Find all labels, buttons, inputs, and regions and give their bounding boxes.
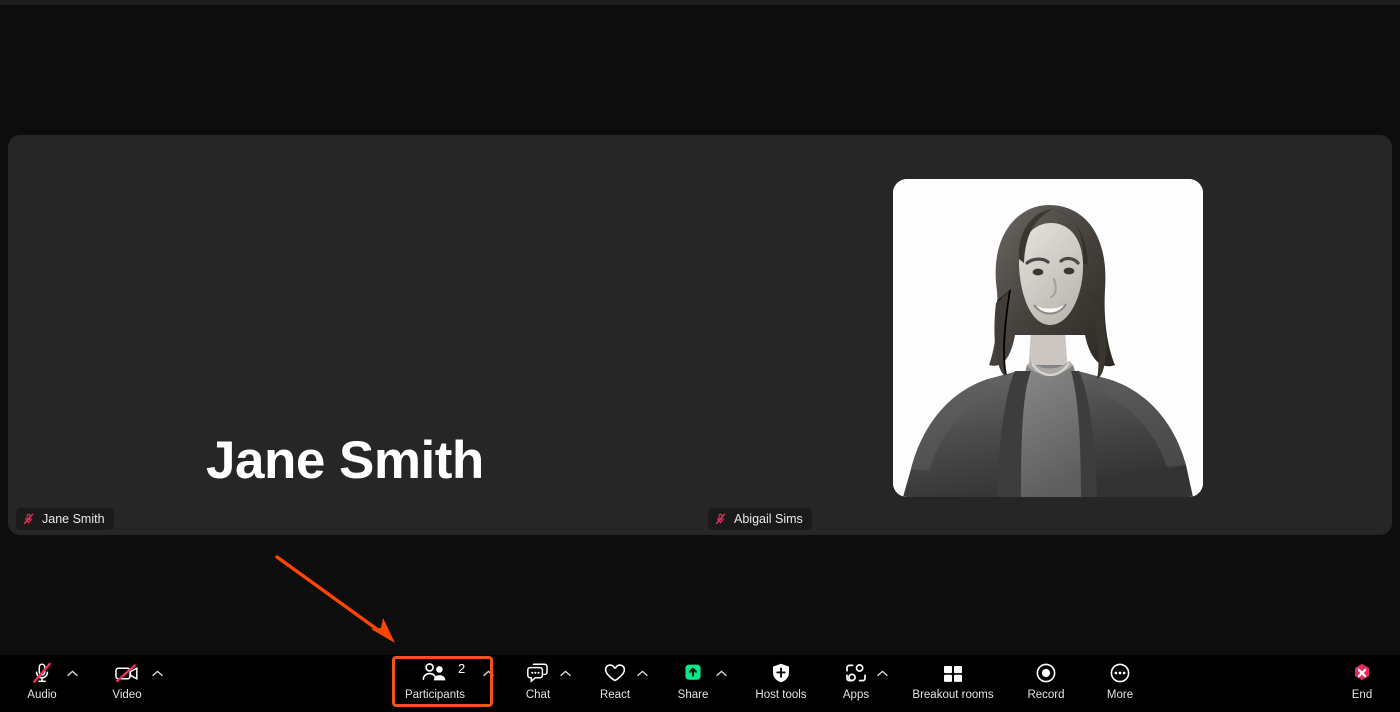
microphone-muted-icon — [22, 512, 35, 526]
share-options-caret[interactable] — [715, 660, 728, 686]
participant-name-pill: Abigail Sims — [708, 508, 812, 530]
record-circle-icon — [1034, 660, 1058, 686]
shield-icon — [769, 660, 793, 686]
breakout-rooms-button[interactable]: Breakout rooms — [909, 655, 997, 702]
react-button[interactable]: React — [594, 655, 636, 702]
video-button[interactable]: Video — [103, 655, 151, 702]
self-name-label: Jane Smith — [42, 512, 105, 526]
ellipsis-circle-icon — [1108, 660, 1132, 686]
toolbar-left-group: Audio Video — [18, 655, 164, 712]
host-tools-button[interactable]: Host tools — [748, 655, 814, 702]
toolbar-right-group: End — [1342, 655, 1382, 712]
heart-icon — [602, 660, 628, 686]
react-label: React — [599, 689, 631, 701]
audio-button[interactable]: Audio — [18, 655, 66, 702]
participants-highlight-box — [392, 656, 493, 707]
meeting-toolbar: Audio Video Participants 2 Chat React Sh… — [0, 655, 1400, 712]
record-label: Record — [1027, 689, 1065, 701]
microphone-muted-icon — [29, 660, 55, 686]
chat-label: Chat — [525, 689, 551, 701]
breakout-rooms-label: Breakout rooms — [912, 689, 994, 701]
chat-options-caret[interactable] — [559, 660, 572, 686]
react-options-caret[interactable] — [636, 660, 649, 686]
self-name-pill: Jane Smith — [16, 508, 114, 530]
apps-button[interactable]: Apps — [836, 655, 876, 702]
share-label: Share — [677, 689, 709, 701]
participant-name-label: Abigail Sims — [734, 512, 803, 526]
camera-muted-icon — [113, 660, 141, 686]
toolbar-center-group: Participants 2 Chat React Share Host too… — [398, 655, 1143, 712]
audio-label: Audio — [27, 689, 57, 701]
meeting-stage: Jane Smith Jane Smith Abigail Sims — [0, 5, 1400, 655]
apps-icon — [843, 660, 869, 686]
audio-options-caret[interactable] — [66, 660, 79, 686]
end-call-label: End — [1351, 689, 1373, 701]
video-options-caret[interactable] — [151, 660, 164, 686]
share-button[interactable]: Share — [671, 655, 715, 702]
chat-bubble-icon — [525, 660, 551, 686]
more-button[interactable]: More — [1097, 655, 1143, 702]
active-speaker-name: Jane Smith — [206, 431, 484, 490]
chat-button[interactable]: Chat — [517, 655, 559, 702]
participant-portrait-photo — [893, 179, 1203, 497]
end-call-hexagon-icon — [1350, 660, 1374, 686]
microphone-muted-icon — [714, 512, 727, 526]
more-label: More — [1106, 689, 1134, 701]
grid-squares-icon — [940, 660, 966, 686]
video-label: Video — [112, 689, 142, 701]
host-tools-label: Host tools — [755, 689, 807, 701]
end-call-button[interactable]: End — [1342, 655, 1382, 702]
share-screen-up-arrow-icon — [681, 660, 705, 686]
record-button[interactable]: Record — [1021, 655, 1071, 702]
apps-label: Apps — [842, 689, 870, 701]
active-speaker-tile[interactable]: Jane Smith Jane Smith Abigail Sims — [8, 135, 1392, 535]
apps-options-caret[interactable] — [876, 660, 889, 686]
